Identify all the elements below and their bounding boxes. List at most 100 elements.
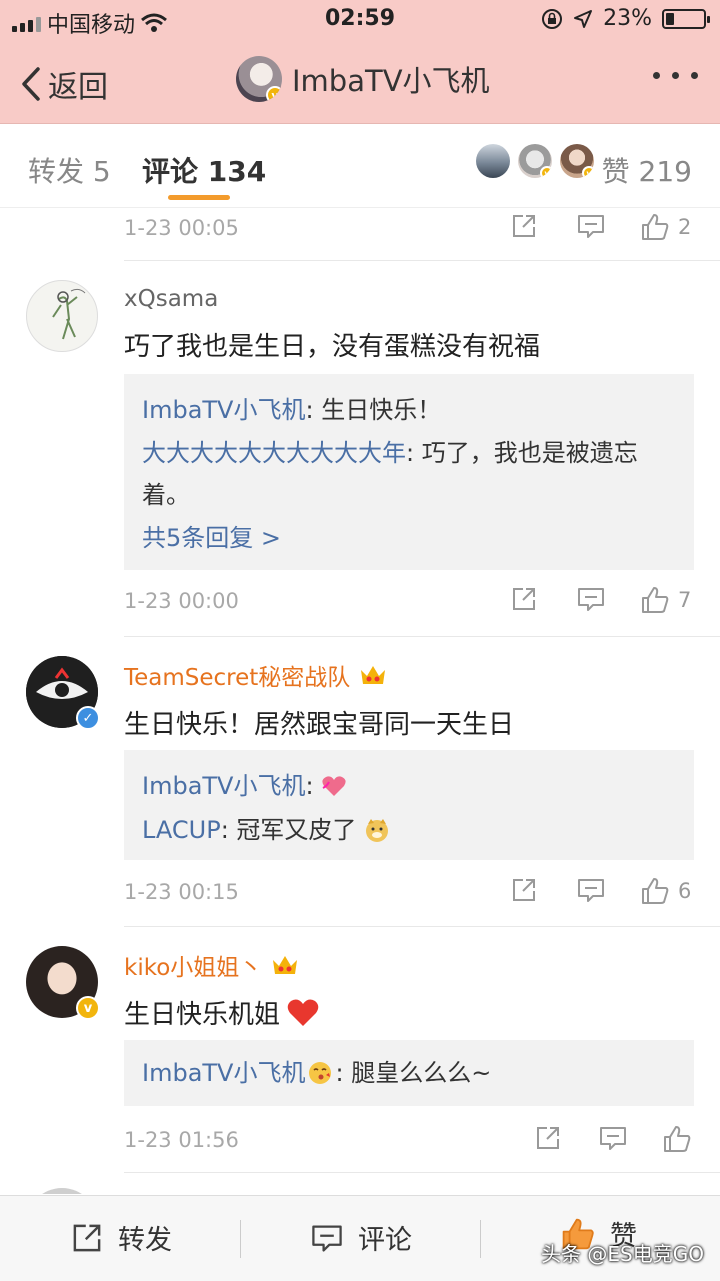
share-button[interactable]: [510, 876, 538, 904]
comment-text: 巧了我也是生日，没有蛋糕没有祝福: [124, 326, 540, 363]
reply-text: : 腿皇么么么~: [335, 1059, 492, 1087]
share-button[interactable]: [510, 212, 538, 240]
tab-comment-label: 评论: [142, 155, 199, 188]
avatar[interactable]: [26, 280, 98, 352]
reply-button[interactable]: [576, 212, 606, 240]
liker-avatars[interactable]: v v: [476, 144, 594, 178]
comment-icon: [600, 1127, 626, 1150]
like-button[interactable]: [662, 1124, 700, 1154]
bottom-repost-label: 转发: [118, 1225, 172, 1256]
more-replies-link[interactable]: 共5条回复 >: [142, 516, 676, 560]
tab-bar: 转发 5 评论 134 v v 赞 219: [0, 124, 720, 208]
tab-repost-label: 转发: [28, 155, 85, 188]
comment-time: 1-23 01:56: [124, 1128, 239, 1152]
username-text: xQsama: [124, 286, 219, 312]
more-options-button[interactable]: [653, 72, 698, 79]
reply-text: :: [305, 772, 322, 800]
avatar: [476, 144, 510, 178]
avatar[interactable]: v: [26, 946, 100, 1020]
tab-active-indicator: [168, 195, 230, 200]
comment-actions: 1-23 00:05 2: [124, 210, 694, 250]
reply-line: ImbaTV小飞机:: [142, 764, 676, 808]
verified-badge-icon: v: [540, 166, 552, 178]
reply-author[interactable]: ImbaTV小飞机: [142, 396, 305, 424]
tab-comment[interactable]: 评论 134: [142, 150, 266, 190]
avatar: v: [560, 144, 594, 178]
comment-time: 1-23 00:15: [124, 880, 239, 904]
divider: [124, 1172, 720, 1173]
reply-box[interactable]: ImbaTV小飞机: 生日快乐！ 大大大大大大大大大大年: 巧了，我也是被遗忘着…: [124, 374, 694, 570]
reply-button[interactable]: [576, 585, 606, 613]
vip-crown-icon: [273, 956, 298, 974]
reply-author[interactable]: ImbaTV小飞机: [142, 772, 305, 800]
comment-icon: [578, 879, 604, 902]
share-icon: [537, 1127, 559, 1149]
comment-username[interactable]: xQsama: [124, 286, 218, 312]
avatar[interactable]: [26, 1188, 98, 1194]
like-button[interactable]: 6: [640, 876, 691, 906]
watermark: 头条 @ES电竞GO: [541, 1242, 704, 1266]
bottom-repost-button[interactable]: 转发: [70, 1218, 172, 1257]
comment-actions: 1-23 01:56: [124, 1122, 694, 1162]
avatar: v: [236, 56, 282, 102]
bottom-comment-label: 评论: [358, 1225, 412, 1256]
username-text: kiko小姐姐丶: [124, 955, 263, 981]
comment-icon: [312, 1225, 342, 1252]
reply-box[interactable]: ImbaTV小飞机: LACUP: 冠军又皮了: [124, 750, 694, 860]
location-icon: [574, 9, 593, 28]
vip-crown-icon: [361, 666, 386, 684]
thumbs-up-icon: [642, 878, 669, 904]
heart-emoji-icon: [322, 776, 346, 796]
avatar[interactable]: ✓: [26, 656, 100, 730]
divider: [240, 1220, 241, 1258]
reply-line: LACUP: 冠军又皮了: [142, 808, 676, 852]
verified-badge-icon: v: [266, 86, 282, 102]
status-right: 23%: [541, 6, 710, 31]
comment-time: 1-23 00:05: [124, 216, 239, 240]
dot-icon: [672, 72, 679, 79]
share-icon: [513, 588, 535, 610]
reply-author[interactable]: 大大大大大大大大大大年: [142, 439, 406, 467]
tab-repost-count: 5: [92, 155, 111, 188]
comment-time: 1-23 00:00: [124, 589, 239, 613]
comment-text-body: 生日快乐机姐: [124, 1000, 281, 1030]
red-heart-emoji-icon: [287, 999, 319, 1026]
comment-username[interactable]: TeamSecret秘密战队: [124, 658, 388, 692]
doge-emoji-icon: [366, 819, 389, 842]
comment-icon: [578, 588, 604, 611]
comment-feed[interactable]: 1-23 00:05 2 xQsama 巧了我也是生日，没有蛋糕没有祝福 Imb…: [0, 208, 720, 1194]
tab-repost[interactable]: 转发 5: [28, 150, 111, 190]
reply-author[interactable]: LACUP: [142, 816, 221, 844]
bottom-action-bar: 转发 评论 赞 头条 @ES电竞GO: [0, 1195, 720, 1281]
reply-button[interactable]: [576, 876, 606, 904]
reply-line: ImbaTV小飞机: 生日快乐！: [142, 388, 676, 432]
like-button[interactable]: 7: [640, 585, 691, 615]
reply-box[interactable]: ImbaTV小飞机 : 腿皇么么么~: [124, 1040, 694, 1106]
page-title: ImbaTV小飞机: [292, 64, 490, 98]
comment-username[interactable]: kiko小姐姐丶: [124, 948, 300, 982]
reply-button[interactable]: [598, 1124, 628, 1152]
battery-icon: [662, 8, 710, 29]
comment-item: xQsama 巧了我也是生日，没有蛋糕没有祝福 ImbaTV小飞机: 生日快乐！…: [0, 260, 720, 636]
comment-actions: 1-23 00:00 7: [124, 583, 694, 623]
chevron-left-icon: [22, 67, 40, 101]
verified-badge-icon: v: [582, 166, 594, 178]
comment-text-body: 巧了我也是生日，没有蛋糕没有祝福: [124, 332, 541, 362]
nav-user[interactable]: v ImbaTV小飞机: [236, 56, 490, 102]
comment-item: v kiko小姐姐丶 生日快乐机姐 ImbaTV小飞机 : 腿皇么么么~ 1-23…: [0, 926, 720, 1172]
tab-like[interactable]: 赞 219: [602, 150, 692, 190]
bottom-comment-button[interactable]: 评论: [310, 1218, 412, 1257]
comment-item: ✓ TeamSecret秘密战队 生日快乐！居然跟宝哥同一天生日 ImbaTV小…: [0, 636, 720, 926]
thumbs-up-icon: [642, 214, 669, 240]
like-button[interactable]: 2: [640, 212, 691, 242]
dot-icon: [653, 72, 660, 79]
nav-bar: 返回 v ImbaTV小飞机: [0, 44, 720, 120]
share-button[interactable]: [534, 1124, 562, 1152]
back-button[interactable]: 返回: [20, 62, 108, 106]
avatar: v: [518, 144, 552, 178]
reply-line: ImbaTV小飞机 : 腿皇么么么~: [142, 1054, 676, 1092]
share-button[interactable]: [510, 585, 538, 613]
reply-author[interactable]: ImbaTV小飞机: [142, 1059, 305, 1087]
tab-comment-count: 134: [207, 155, 267, 188]
tab-like-label: 赞: [601, 155, 630, 188]
